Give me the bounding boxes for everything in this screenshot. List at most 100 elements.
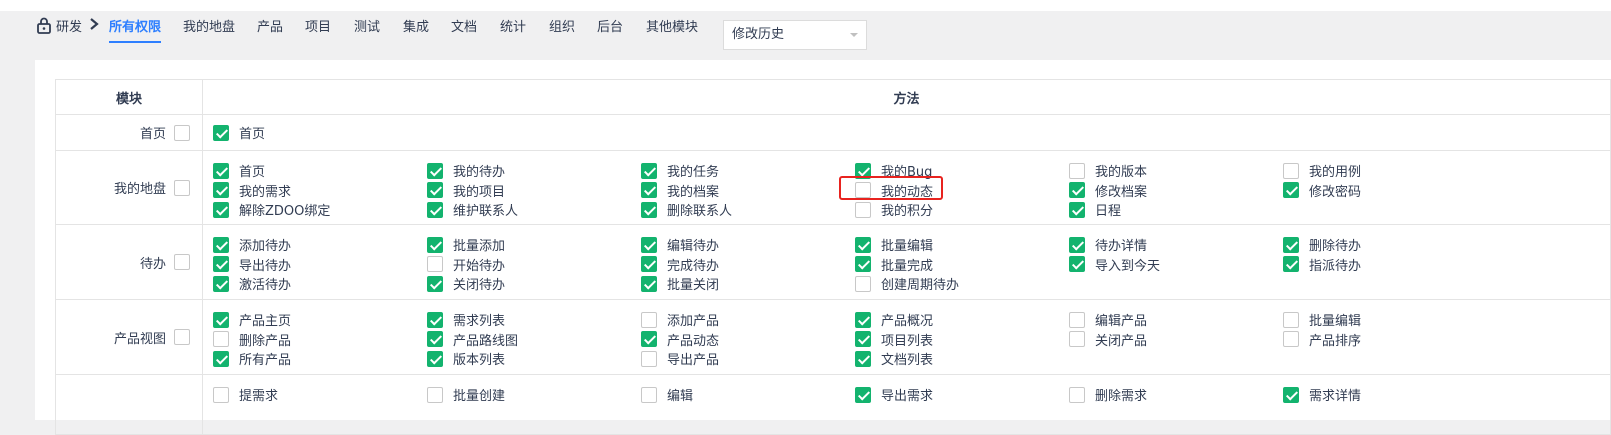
method-checkbox[interactable] xyxy=(213,162,229,179)
method-item[interactable]: 批量关闭 xyxy=(641,274,855,294)
method-item[interactable]: 需求列表 xyxy=(427,310,641,330)
method-item[interactable]: 所有产品 xyxy=(213,349,427,369)
method-item[interactable]: 产品动态 xyxy=(641,330,855,350)
method-item[interactable]: 待办详情 xyxy=(1069,235,1283,255)
method-checkbox[interactable] xyxy=(1283,182,1299,199)
method-item[interactable]: 开始待办 xyxy=(427,255,641,275)
method-checkbox[interactable] xyxy=(855,331,871,348)
method-checkbox[interactable] xyxy=(427,275,443,292)
method-checkbox[interactable] xyxy=(1069,311,1085,328)
method-checkbox[interactable] xyxy=(855,256,871,273)
method-item[interactable]: 产品路线图 xyxy=(427,330,641,350)
method-checkbox[interactable] xyxy=(855,386,871,403)
method-item[interactable]: 首页 xyxy=(213,123,427,143)
method-checkbox[interactable] xyxy=(213,275,229,292)
tab-stats[interactable]: 统计 xyxy=(500,16,526,35)
module-checkbox[interactable] xyxy=(174,329,190,345)
method-checkbox[interactable] xyxy=(855,350,871,367)
method-item[interactable]: 产品排序 xyxy=(1283,330,1497,350)
module-checkbox-group[interactable]: 产品视图 xyxy=(114,328,190,347)
method-item[interactable]: 需求详情 xyxy=(1283,385,1497,405)
method-item[interactable]: 关闭产品 xyxy=(1069,330,1283,350)
method-item[interactable]: 删除产品 xyxy=(213,330,427,350)
method-checkbox[interactable] xyxy=(427,201,443,218)
method-checkbox[interactable] xyxy=(641,275,657,292)
method-checkbox[interactable] xyxy=(641,311,657,328)
method-checkbox[interactable] xyxy=(641,162,657,179)
method-checkbox[interactable] xyxy=(1069,236,1085,253)
method-item[interactable]: 激活待办 xyxy=(213,274,427,294)
method-item[interactable]: 维护联系人 xyxy=(427,200,641,220)
method-item[interactable]: 添加待办 xyxy=(213,235,427,255)
method-item[interactable]: 版本列表 xyxy=(427,349,641,369)
method-checkbox[interactable] xyxy=(1283,236,1299,253)
method-item[interactable]: 关闭待办 xyxy=(427,274,641,294)
method-item[interactable]: 我的任务 xyxy=(641,161,855,181)
method-checkbox[interactable] xyxy=(641,201,657,218)
method-item[interactable]: 编辑产品 xyxy=(1069,310,1283,330)
method-item[interactable]: 批量添加 xyxy=(427,235,641,255)
method-item[interactable]: 删除待办 xyxy=(1283,235,1497,255)
method-item[interactable]: 提需求 xyxy=(213,385,427,405)
method-checkbox[interactable] xyxy=(1069,331,1085,348)
method-item[interactable]: 批量编辑 xyxy=(1283,310,1497,330)
method-checkbox[interactable] xyxy=(427,386,443,403)
method-item[interactable]: 我的项目 xyxy=(427,181,641,201)
method-checkbox[interactable] xyxy=(213,201,229,218)
breadcrumb-root[interactable]: 研发 xyxy=(56,16,82,35)
method-item[interactable]: 解除ZDOO绑定 xyxy=(213,200,427,220)
method-checkbox[interactable] xyxy=(427,350,443,367)
history-select[interactable]: 修改历史 xyxy=(723,20,867,50)
method-checkbox[interactable] xyxy=(1283,386,1299,403)
tab-integration[interactable]: 集成 xyxy=(403,16,429,35)
method-item[interactable]: 批量编辑 xyxy=(855,235,1069,255)
method-item[interactable]: 指派待办 xyxy=(1283,255,1497,275)
method-item[interactable]: 导出需求 xyxy=(855,385,1069,405)
method-item[interactable]: 产品主页 xyxy=(213,310,427,330)
method-item[interactable]: 文档列表 xyxy=(855,349,1069,369)
module-checkbox-group[interactable]: 待办 xyxy=(140,253,190,272)
method-checkbox[interactable] xyxy=(213,256,229,273)
method-checkbox[interactable] xyxy=(213,350,229,367)
module-checkbox-group[interactable]: 我的地盘 xyxy=(114,178,190,197)
method-item[interactable]: 导入到今天 xyxy=(1069,255,1283,275)
method-checkbox[interactable] xyxy=(855,275,871,292)
method-item[interactable]: 产品概况 xyxy=(855,310,1069,330)
method-item[interactable]: 首页 xyxy=(213,161,427,181)
method-item[interactable]: 我的版本 xyxy=(1069,161,1283,181)
module-checkbox[interactable] xyxy=(174,179,190,196)
method-checkbox[interactable] xyxy=(1283,331,1299,348)
tab-product[interactable]: 产品 xyxy=(257,16,283,35)
method-checkbox[interactable] xyxy=(641,386,657,403)
method-item[interactable]: 批量完成 xyxy=(855,255,1069,275)
method-item[interactable]: 我的用例 xyxy=(1283,161,1497,181)
module-checkbox-group[interactable]: 首页 xyxy=(140,123,190,142)
method-checkbox[interactable] xyxy=(213,182,229,199)
method-item[interactable]: 项目列表 xyxy=(855,330,1069,350)
method-checkbox[interactable] xyxy=(641,236,657,253)
method-checkbox[interactable] xyxy=(213,124,229,141)
method-item[interactable]: 导出待办 xyxy=(213,255,427,275)
method-checkbox[interactable] xyxy=(855,236,871,253)
module-checkbox[interactable] xyxy=(174,254,190,270)
method-checkbox[interactable] xyxy=(1069,256,1085,273)
method-item[interactable]: 编辑待办 xyxy=(641,235,855,255)
method-item[interactable]: 编辑 xyxy=(641,385,855,405)
method-checkbox[interactable] xyxy=(427,311,443,328)
method-checkbox[interactable] xyxy=(641,350,657,367)
method-item[interactable]: 我的待办 xyxy=(427,161,641,181)
method-checkbox[interactable] xyxy=(855,311,871,328)
method-checkbox[interactable] xyxy=(855,201,871,218)
module-checkbox[interactable] xyxy=(174,124,190,141)
method-item[interactable]: 删除需求 xyxy=(1069,385,1283,405)
tab-backend[interactable]: 后台 xyxy=(597,16,623,35)
tab-my-dashboard[interactable]: 我的地盘 xyxy=(183,16,235,35)
method-checkbox[interactable] xyxy=(1283,162,1299,179)
method-checkbox[interactable] xyxy=(641,182,657,199)
method-checkbox[interactable] xyxy=(1283,311,1299,328)
method-checkbox[interactable] xyxy=(427,331,443,348)
tab-other-modules[interactable]: 其他模块 xyxy=(646,16,698,35)
method-item[interactable]: 导出产品 xyxy=(641,349,855,369)
method-checkbox[interactable] xyxy=(213,311,229,328)
tab-organization[interactable]: 组织 xyxy=(549,16,575,35)
